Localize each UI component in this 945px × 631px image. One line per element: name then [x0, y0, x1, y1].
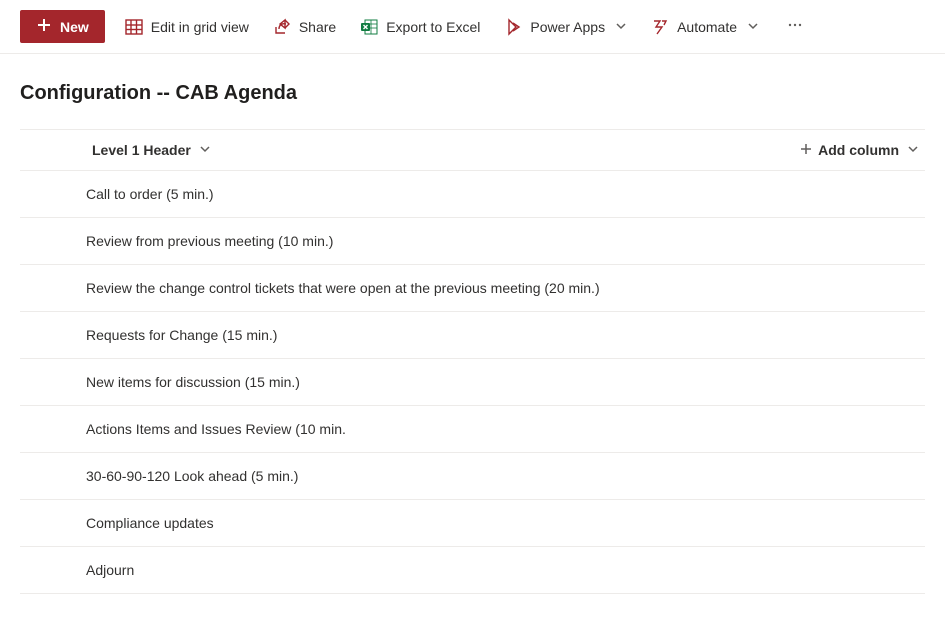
export-label: Export to Excel — [386, 19, 480, 35]
grid-icon — [125, 18, 143, 36]
chevron-down-icon — [745, 19, 759, 35]
overflow-menu-button[interactable] — [779, 11, 811, 43]
share-button[interactable]: Share — [269, 12, 340, 42]
list-row[interactable]: Call to order (5 min.) — [20, 171, 925, 218]
list-row-text: Review from previous meeting (10 min.) — [86, 233, 333, 249]
flow-icon — [651, 18, 669, 36]
list-row-text: Actions Items and Issues Review (10 min. — [86, 421, 346, 437]
export-excel-button[interactable]: Export to Excel — [356, 12, 484, 42]
share-label: Share — [299, 19, 336, 35]
plus-icon — [800, 142, 812, 158]
list-row[interactable]: Requests for Change (15 min.) — [20, 312, 925, 359]
column-header-label: Level 1 Header — [92, 142, 191, 158]
list-container: Level 1 Header Add column Call to order … — [0, 129, 945, 594]
list-row[interactable]: Adjourn — [20, 547, 925, 594]
list-row-text: New items for discussion (15 min.) — [86, 374, 300, 390]
list-row-text: Requests for Change (15 min.) — [86, 327, 277, 343]
more-icon — [787, 17, 803, 36]
new-button-label: New — [60, 19, 89, 35]
list-row-text: Adjourn — [86, 562, 134, 578]
share-icon — [273, 18, 291, 36]
power-apps-label: Power Apps — [530, 19, 605, 35]
list-row-text: Review the change control tickets that w… — [86, 280, 600, 296]
command-bar: New Edit in grid view Share — [0, 0, 945, 54]
page-title: Configuration -- CAB Agenda — [0, 54, 945, 129]
automate-label: Automate — [677, 19, 737, 35]
edit-grid-label: Edit in grid view — [151, 19, 249, 35]
new-button[interactable]: New — [20, 10, 105, 43]
list-row[interactable]: Actions Items and Issues Review (10 min. — [20, 406, 925, 453]
add-column-label: Add column — [818, 142, 899, 158]
list-row[interactable]: New items for discussion (15 min.) — [20, 359, 925, 406]
list-row[interactable]: 30-60-90-120 Look ahead (5 min.) — [20, 453, 925, 500]
power-apps-button[interactable]: Power Apps — [500, 12, 631, 42]
column-header-level1[interactable]: Level 1 Header — [86, 142, 217, 158]
list-row-text: 30-60-90-120 Look ahead (5 min.) — [86, 468, 298, 484]
plus-icon — [36, 17, 52, 36]
list-body: Call to order (5 min.) Review from previo… — [20, 171, 925, 594]
chevron-down-icon — [613, 19, 627, 35]
list-row[interactable]: Compliance updates — [20, 500, 925, 547]
add-column-button[interactable]: Add column — [794, 142, 925, 158]
chevron-down-icon — [905, 142, 919, 158]
power-apps-icon — [504, 18, 522, 36]
list-row[interactable]: Review the change control tickets that w… — [20, 265, 925, 312]
list-header-row: Level 1 Header Add column — [20, 129, 925, 171]
list-row-text: Compliance updates — [86, 515, 214, 531]
excel-icon — [360, 18, 378, 36]
edit-grid-button[interactable]: Edit in grid view — [121, 12, 253, 42]
list-row-text: Call to order (5 min.) — [86, 186, 214, 202]
automate-button[interactable]: Automate — [647, 12, 763, 42]
chevron-down-icon — [197, 142, 211, 158]
list-row[interactable]: Review from previous meeting (10 min.) — [20, 218, 925, 265]
